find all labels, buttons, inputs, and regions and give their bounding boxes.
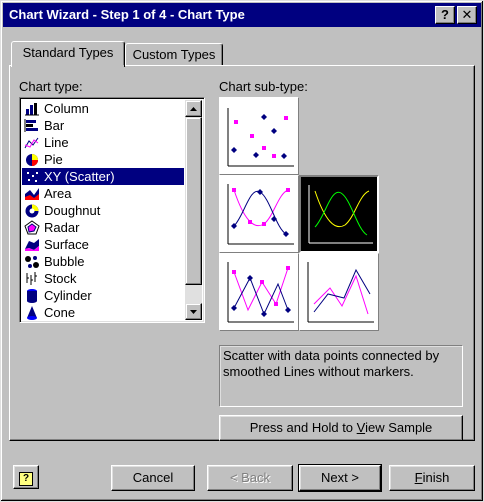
chart-type-item-label: XY (Scatter) <box>44 169 115 184</box>
chart-type-item[interactable]: Bar <box>22 117 184 134</box>
chart-type-item-label: Column <box>44 101 89 116</box>
lines-no-markers-thumbnail <box>307 262 374 323</box>
chart-type-item[interactable]: Line <box>22 134 184 151</box>
tab-custom-types[interactable]: Custom Types <box>125 43 223 65</box>
smoothed-lines-markers-thumbnail <box>227 184 294 245</box>
chart-type-item[interactable]: Surface <box>22 236 184 253</box>
help-button[interactable]: ? <box>435 6 455 24</box>
press-and-hold-sample-button[interactable]: Press and Hold to View Sample <box>219 415 463 441</box>
chart-type-item-label: Bar <box>44 118 65 133</box>
pie-chart-icon <box>24 152 40 167</box>
chart-type-item-label: Cone <box>44 305 76 320</box>
sample-button-pre: Press and Hold to <box>249 420 357 435</box>
title-bar[interactable]: Chart Wizard - Step 1 of 4 - Chart Type … <box>3 3 481 27</box>
scroll-up-button[interactable] <box>185 100 202 117</box>
subtype-smoothed-lines-no-markers[interactable] <box>299 175 379 253</box>
chart-type-item[interactable]: Bubble <box>22 253 184 270</box>
chart-wizard-dialog: Chart Wizard - Step 1 of 4 - Chart Type … <box>0 0 484 502</box>
subtype-smoothed-lines-markers[interactable] <box>219 175 299 253</box>
scatter-markers-thumbnail <box>227 108 294 167</box>
back-button: < Back <box>207 465 293 491</box>
area-chart-icon <box>24 186 40 201</box>
tab-custom-types-label: Custom Types <box>132 47 216 62</box>
chart-type-item[interactable]: Column <box>22 100 184 117</box>
chart-type-item-label: Cylinder <box>44 288 92 303</box>
window-title: Chart Wizard - Step 1 of 4 - Chart Type <box>9 7 245 22</box>
surface-chart-icon <box>24 237 40 252</box>
column-chart-icon <box>24 101 40 116</box>
arrow-up-icon <box>190 107 197 111</box>
chart-type-item-label: Pie <box>44 152 63 167</box>
tab-standard-types[interactable]: Standard Types <box>11 41 125 67</box>
sample-button-post: iew Sample <box>365 420 433 435</box>
scatter-chart-icon <box>24 169 40 184</box>
lines-markers-thumbnail <box>227 262 294 323</box>
chart-type-item[interactable]: Doughnut <box>22 202 184 219</box>
chart-type-item[interactable]: Cylinder <box>22 287 184 304</box>
bubble-chart-icon <box>24 254 40 269</box>
next-button[interactable]: Next > <box>298 464 382 492</box>
subtype-lines-markers[interactable] <box>219 253 299 331</box>
chart-type-item-label: Doughnut <box>44 203 101 218</box>
cone-chart-icon <box>24 305 40 320</box>
scroll-thumb[interactable] <box>185 117 202 285</box>
cancel-button[interactable]: Cancel <box>111 465 195 491</box>
active-tab-joiner <box>12 65 124 67</box>
chart-type-list[interactable]: Column Bar Line Pie XY (Scatter) Area Doughnut… <box>19 97 205 323</box>
list-scrollbar[interactable] <box>185 100 202 320</box>
chart-type-item[interactable]: Pie <box>22 151 184 168</box>
chart-type-item-label: Surface <box>44 237 89 252</box>
chart-type-item-label: Bubble <box>44 254 85 269</box>
arrow-down-icon <box>190 310 197 314</box>
finish-accel: F <box>414 470 423 485</box>
office-assistant-icon: ? <box>19 472 33 486</box>
subtype-scatter-markers[interactable] <box>219 97 299 175</box>
chart-type-item[interactable]: XY (Scatter) <box>22 168 184 185</box>
finish-rest: inish <box>422 470 450 485</box>
chart-type-item-label: Stock <box>44 271 77 286</box>
finish-button[interactable]: Finish <box>389 465 475 491</box>
subtype-description: Scatter with data points connected by sm… <box>219 345 463 407</box>
tab-standard-types-label: Standard Types <box>22 45 114 60</box>
cylinder-chart-icon <box>24 288 40 303</box>
close-button[interactable]: ✕ <box>457 6 477 24</box>
scroll-down-button[interactable] <box>185 303 202 320</box>
chart-subtype-label: Chart sub-type: <box>219 79 308 94</box>
chart-type-item[interactable]: Area <box>22 185 184 202</box>
sample-button-accel: V <box>356 420 366 435</box>
subtype-lines-no-markers[interactable] <box>299 253 379 331</box>
stock-chart-icon <box>24 271 40 286</box>
radar-chart-icon <box>24 220 40 235</box>
chart-type-label: Chart type: <box>19 79 83 94</box>
chart-type-item[interactable]: Radar <box>22 219 184 236</box>
chart-type-item[interactable]: Cone <box>22 304 184 321</box>
chart-type-item-label: Line <box>44 135 69 150</box>
doughnut-chart-icon <box>24 203 40 218</box>
chart-type-item[interactable]: Stock <box>22 270 184 287</box>
office-assistant-button[interactable]: ? <box>13 465 39 489</box>
smoothed-lines-no-markers-thumbnail <box>308 185 373 244</box>
line-chart-icon <box>24 135 40 150</box>
chart-type-item-label: Area <box>44 186 72 201</box>
chart-type-item-label: Radar <box>44 220 80 235</box>
bar-chart-icon <box>24 118 40 133</box>
